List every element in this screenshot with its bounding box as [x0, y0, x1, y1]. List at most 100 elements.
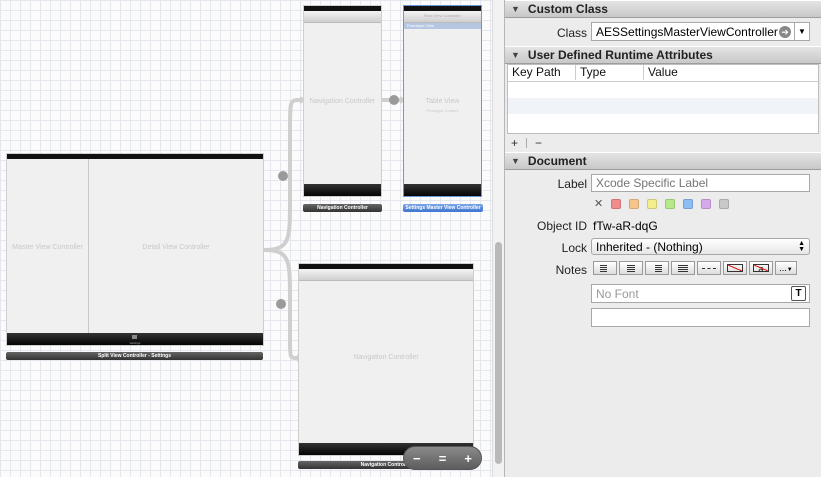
more-options-button[interactable]: ...▼ [775, 261, 797, 275]
notes-text-row [505, 304, 821, 328]
background-color-button[interactable]: a [749, 261, 773, 275]
class-label: Class [556, 26, 587, 40]
label-color-swatch[interactable] [665, 198, 676, 209]
table-row[interactable] [508, 81, 818, 98]
scrollbar-thumb[interactable] [495, 242, 502, 464]
segue-icon[interactable] [278, 171, 288, 181]
label-label: Label [557, 177, 587, 191]
navigation-controller-scene-bottom[interactable]: Navigation Controller [298, 263, 474, 456]
justify-button[interactable] [671, 261, 695, 275]
label-color-swatch[interactable] [683, 198, 694, 209]
xcode-label-field[interactable] [591, 174, 810, 192]
navigation-controller-label: Navigation Controller [309, 98, 376, 105]
navigation-controller-caption-top[interactable]: Navigation Controller [303, 204, 382, 212]
notes-row: Notes a ...▼ [505, 258, 821, 280]
split-view-controller-caption[interactable]: Split View Controller - Settings [6, 352, 263, 360]
notes-format-toolbar: a ...▼ [593, 261, 797, 275]
toolbar [404, 184, 481, 196]
align-left-button[interactable] [593, 261, 617, 275]
label-color-swatch[interactable] [611, 198, 622, 209]
font-field[interactable]: No Font T [591, 284, 810, 303]
font-row: No Font T [505, 280, 821, 304]
section-title: Document [527, 154, 587, 168]
object-id-row: Object ID fTw-aR-dqG [505, 214, 821, 236]
prototype-content-label: Prototype Content [426, 108, 459, 113]
document-section-header[interactable]: ▼ Document [505, 152, 821, 170]
settings-master-view-controller-caption[interactable]: Settings Master View Controller [403, 204, 483, 212]
section-title: User Defined Runtime Attributes [527, 48, 713, 62]
align-center-button[interactable] [619, 261, 643, 275]
text-color-button[interactable] [723, 261, 747, 275]
clear-label-color-icon[interactable]: ✕ [594, 197, 603, 210]
zoom-actual-size-button[interactable]: = [432, 451, 452, 466]
line-style-button[interactable] [697, 261, 721, 275]
tab-bar: Settings [7, 333, 263, 345]
segue-icon[interactable] [389, 95, 399, 105]
runtime-attributes-table[interactable]: Key Path Type Value [507, 64, 819, 134]
table-row[interactable] [508, 98, 818, 114]
canvas-vertical-scrollbar[interactable] [492, 0, 504, 477]
add-attribute-button[interactable]: + [511, 136, 518, 150]
remove-attribute-button[interactable]: − [535, 136, 542, 150]
table-row[interactable] [508, 114, 818, 130]
storyboard-canvas[interactable]: Master View Controller Detail View Contr… [0, 0, 492, 477]
class-row: Class AESSettingsMasterViewController ➔ … [505, 18, 821, 46]
lock-popup-button[interactable]: Inherited - (Nothing) ▲ ▼ [591, 238, 810, 255]
navigation-controller-label: Navigation Controller [353, 354, 419, 361]
go-to-class-arrow-icon[interactable]: ➔ [779, 25, 791, 38]
tab-icon [132, 335, 137, 339]
status-bar [7, 154, 263, 159]
table-view-label: Table View [425, 98, 460, 105]
runtime-attributes-buttons: + − [505, 134, 821, 152]
label-color-swatch[interactable] [647, 198, 658, 209]
navigation-controller-scene-top[interactable]: Navigation Controller [303, 5, 382, 197]
zoom-out-button[interactable]: − [407, 451, 427, 466]
chevron-down-icon[interactable]: ▼ [794, 23, 809, 40]
zoom-in-button[interactable]: + [458, 451, 478, 466]
toolbar [304, 184, 381, 196]
object-id-label: Object ID [536, 219, 587, 233]
disclosure-triangle-icon[interactable]: ▼ [511, 1, 520, 17]
runtime-attributes-section-header[interactable]: ▼ User Defined Runtime Attributes [505, 46, 821, 64]
master-view-label: Master View Controller [12, 244, 83, 251]
identity-inspector: ▼ Custom Class Class AESSettingsMasterVi… [504, 0, 821, 477]
label-color-picker: ✕ [594, 197, 737, 210]
navigation-bar [299, 269, 473, 281]
segue-icon[interactable] [276, 299, 286, 309]
navigation-bar: Root View Controller [404, 11, 481, 23]
zoom-controls: − = + [403, 446, 482, 470]
align-right-button[interactable] [645, 261, 669, 275]
popup-arrows-icon: ▲ ▼ [798, 239, 805, 253]
label-color-swatch[interactable] [701, 198, 712, 209]
settings-master-view-controller-scene[interactable]: Root View Controller Prototype Cells Tab… [403, 5, 482, 197]
column-header-key-path[interactable]: Key Path [508, 65, 576, 80]
label-color-row: ✕ [505, 192, 821, 214]
notes-label: Notes [555, 263, 587, 277]
prototype-cells-header: Prototype Cells [404, 23, 481, 29]
lock-row: Lock Inherited - (Nothing) ▲ ▼ [505, 236, 821, 258]
lock-value: Inherited - (Nothing) [596, 239, 703, 254]
custom-class-section-header[interactable]: ▼ Custom Class [505, 0, 821, 18]
detail-view-label: Detail View Controller [142, 244, 210, 251]
column-header-type[interactable]: Type [576, 65, 644, 80]
divider [526, 138, 528, 148]
font-picker-icon[interactable]: T [791, 286, 806, 301]
label-color-swatch[interactable] [629, 198, 640, 209]
section-title: Custom Class [527, 2, 608, 16]
notes-text-field[interactable] [591, 308, 810, 327]
lock-label: Lock [561, 241, 587, 255]
font-placeholder: No Font [596, 286, 639, 301]
split-view-controller-scene[interactable]: Master View Controller Detail View Contr… [6, 153, 264, 346]
label-color-swatch[interactable] [719, 198, 730, 209]
more-label: ... [779, 263, 787, 273]
class-value[interactable]: AESSettingsMasterViewController [596, 24, 779, 40]
label-row: Label [505, 170, 821, 192]
object-id-value: fTw-aR-dqG [593, 219, 658, 233]
disclosure-triangle-icon[interactable]: ▼ [511, 47, 520, 63]
tab-label: Settings [129, 341, 141, 345]
navigation-title: Root View Controller [424, 13, 461, 18]
disclosure-triangle-icon[interactable]: ▼ [511, 153, 520, 169]
column-header-value[interactable]: Value [644, 65, 818, 80]
navigation-bar [304, 11, 381, 23]
class-combo-box[interactable]: AESSettingsMasterViewController ➔ ▼ [591, 22, 810, 41]
